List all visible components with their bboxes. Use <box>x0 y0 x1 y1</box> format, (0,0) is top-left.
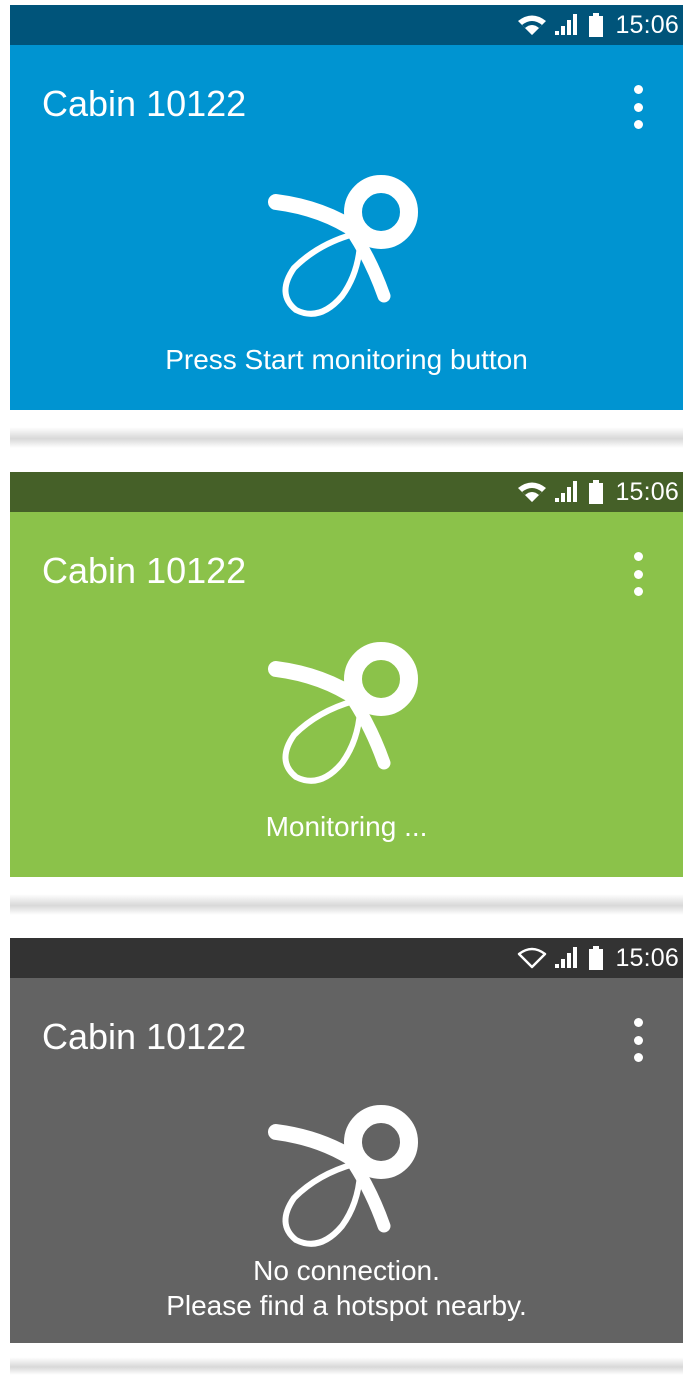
signal-icon <box>555 947 581 969</box>
content-area <box>10 410 683 448</box>
wifi-icon <box>517 481 547 503</box>
signal-icon <box>555 481 581 503</box>
signal-icon <box>555 14 581 36</box>
app-bar: Cabin 10122 Press Start monitoring butto… <box>10 45 683 410</box>
screen-panel-no-connection: 15:06 Cabin 10122 No connection. Please … <box>10 938 683 1375</box>
status-message-hint: Please find a hotspot nearby. <box>166 1290 527 1321</box>
app-bar: Cabin 10122 No connection. Please find a… <box>10 978 683 1343</box>
status-message: No connection. <box>253 1255 440 1286</box>
pacifier-icon <box>268 1105 418 1247</box>
screen-panel-start: 15:06 Cabin 10122 Press Start monitoring… <box>10 5 683 455</box>
battery-icon <box>589 13 604 37</box>
status-time: 15:06 <box>615 10 679 39</box>
status-time: 15:06 <box>615 943 679 972</box>
wifi-empty-icon <box>517 947 547 969</box>
status-message: Press Start monitoring button <box>165 344 528 375</box>
status-message: Monitoring ... <box>265 811 428 842</box>
cabin-title: Cabin 10122 <box>42 1016 247 1057</box>
status-bar: 15:06 <box>10 5 683 45</box>
battery-icon <box>589 946 604 970</box>
battery-icon <box>589 480 604 504</box>
app-bar: Cabin 10122 Monitoring ... <box>10 512 683 877</box>
pacifier-icon <box>268 175 418 317</box>
cabin-title: Cabin 10122 <box>42 550 247 591</box>
pacifier-icon <box>268 642 418 784</box>
overflow-menu-icon[interactable] <box>623 1018 653 1062</box>
overflow-menu-icon[interactable] <box>623 85 653 129</box>
wifi-icon <box>517 14 547 36</box>
overflow-menu-icon[interactable] <box>623 552 653 596</box>
content-area <box>10 877 683 915</box>
cabin-title: Cabin 10122 <box>42 83 247 124</box>
status-bar: 15:06 <box>10 938 683 978</box>
content-area <box>10 1343 683 1375</box>
screen-panel-monitoring: 15:06 Cabin 10122 Monitoring ... <box>10 472 683 922</box>
status-time: 15:06 <box>615 477 679 506</box>
status-bar: 15:06 <box>10 472 683 512</box>
